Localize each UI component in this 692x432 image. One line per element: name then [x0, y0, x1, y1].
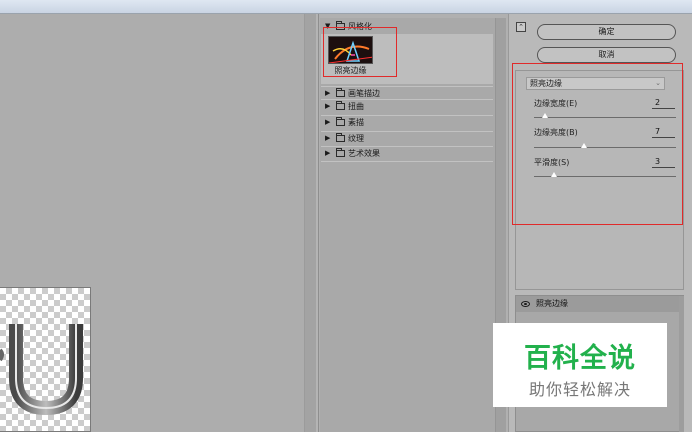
divider — [321, 131, 493, 132]
filter-thumbnail-glowing-edges[interactable] — [328, 36, 373, 64]
smoothness-slider-handle[interactable] — [550, 172, 557, 177]
smoothness-label: 平滑度(S) — [534, 158, 570, 167]
category-artistic[interactable]: ▶ 艺术效果 — [325, 148, 380, 159]
category-label: 画笔描边 — [348, 89, 380, 98]
collapsed-arrow-icon: ▶ — [325, 89, 331, 97]
edge-brightness-slider-track[interactable] — [534, 147, 676, 148]
filter-thumbnail-label: 照亮边缘 — [334, 66, 367, 75]
divider — [321, 161, 493, 162]
letter-u-preview-image — [0, 324, 83, 416]
edge-width-slider-handle[interactable] — [542, 113, 549, 118]
category-texture[interactable]: ▶ 纹理 — [325, 133, 364, 144]
category-label: 纹理 — [348, 134, 364, 143]
category-label: 扭曲 — [348, 102, 364, 111]
edge-brightness-slider-handle[interactable] — [580, 143, 587, 148]
effect-layer-label: 照亮边缘 — [536, 299, 568, 308]
collapse-gallery-button[interactable]: ⌃ — [516, 22, 526, 32]
divider — [321, 99, 493, 100]
category-distort[interactable]: ▶ 扭曲 — [325, 101, 364, 112]
divider — [321, 146, 493, 147]
folder-icon — [336, 117, 345, 126]
folder-icon — [336, 101, 345, 110]
ok-button[interactable]: 确定 — [537, 24, 676, 40]
divider — [321, 115, 493, 116]
smoothness-input[interactable]: 3 — [652, 157, 675, 168]
dropdown-value: 照亮边缘 — [530, 79, 562, 88]
preview-canvas — [0, 287, 91, 432]
effect-layer-row[interactable]: 照亮边缘 — [516, 296, 679, 312]
filter-select-dropdown[interactable]: 照亮边缘 ⌄ — [526, 77, 665, 90]
folder-icon — [336, 88, 345, 97]
folder-icon — [336, 133, 345, 142]
expand-arrow-icon: ▼ — [325, 22, 331, 30]
edge-brightness-input[interactable]: 7 — [652, 127, 675, 138]
collapsed-arrow-icon: ▶ — [325, 102, 331, 110]
category-sketch[interactable]: ▶ 素描 — [325, 117, 364, 128]
edge-width-label: 边缘宽度(E) — [534, 99, 578, 108]
collapsed-arrow-icon: ▶ — [325, 134, 331, 142]
collapsed-arrow-icon: ▶ — [325, 118, 331, 126]
chevron-down-icon: ⌄ — [655, 79, 661, 87]
layer-scrollbar[interactable] — [679, 296, 684, 432]
edge-brightness-label: 边缘亮度(B) — [534, 128, 578, 137]
category-stylize[interactable]: ▼ 风格化 — [325, 21, 372, 32]
edge-width-slider-track[interactable] — [534, 117, 676, 118]
watermark-subtitle: 助你轻松解决 — [528, 380, 631, 399]
category-brush-strokes[interactable]: ▶ 画笔描边 — [325, 88, 380, 99]
eye-icon[interactable] — [521, 301, 530, 307]
divider — [321, 86, 493, 87]
category-label: 风格化 — [348, 22, 372, 31]
collapsed-arrow-icon: ▶ — [325, 149, 331, 157]
watermark-title: 百科全说 — [524, 343, 636, 374]
preview-scrollbar[interactable] — [304, 14, 316, 432]
cancel-button[interactable]: 取消 — [537, 47, 676, 63]
category-label: 艺术效果 — [348, 149, 380, 158]
folder-icon — [336, 21, 345, 30]
window-titlebar — [0, 0, 692, 14]
glowing-edges-thumbnail-image — [329, 37, 372, 63]
category-label: 素描 — [348, 118, 364, 127]
folder-icon — [336, 148, 345, 157]
edge-width-input[interactable]: 2 — [652, 98, 675, 109]
